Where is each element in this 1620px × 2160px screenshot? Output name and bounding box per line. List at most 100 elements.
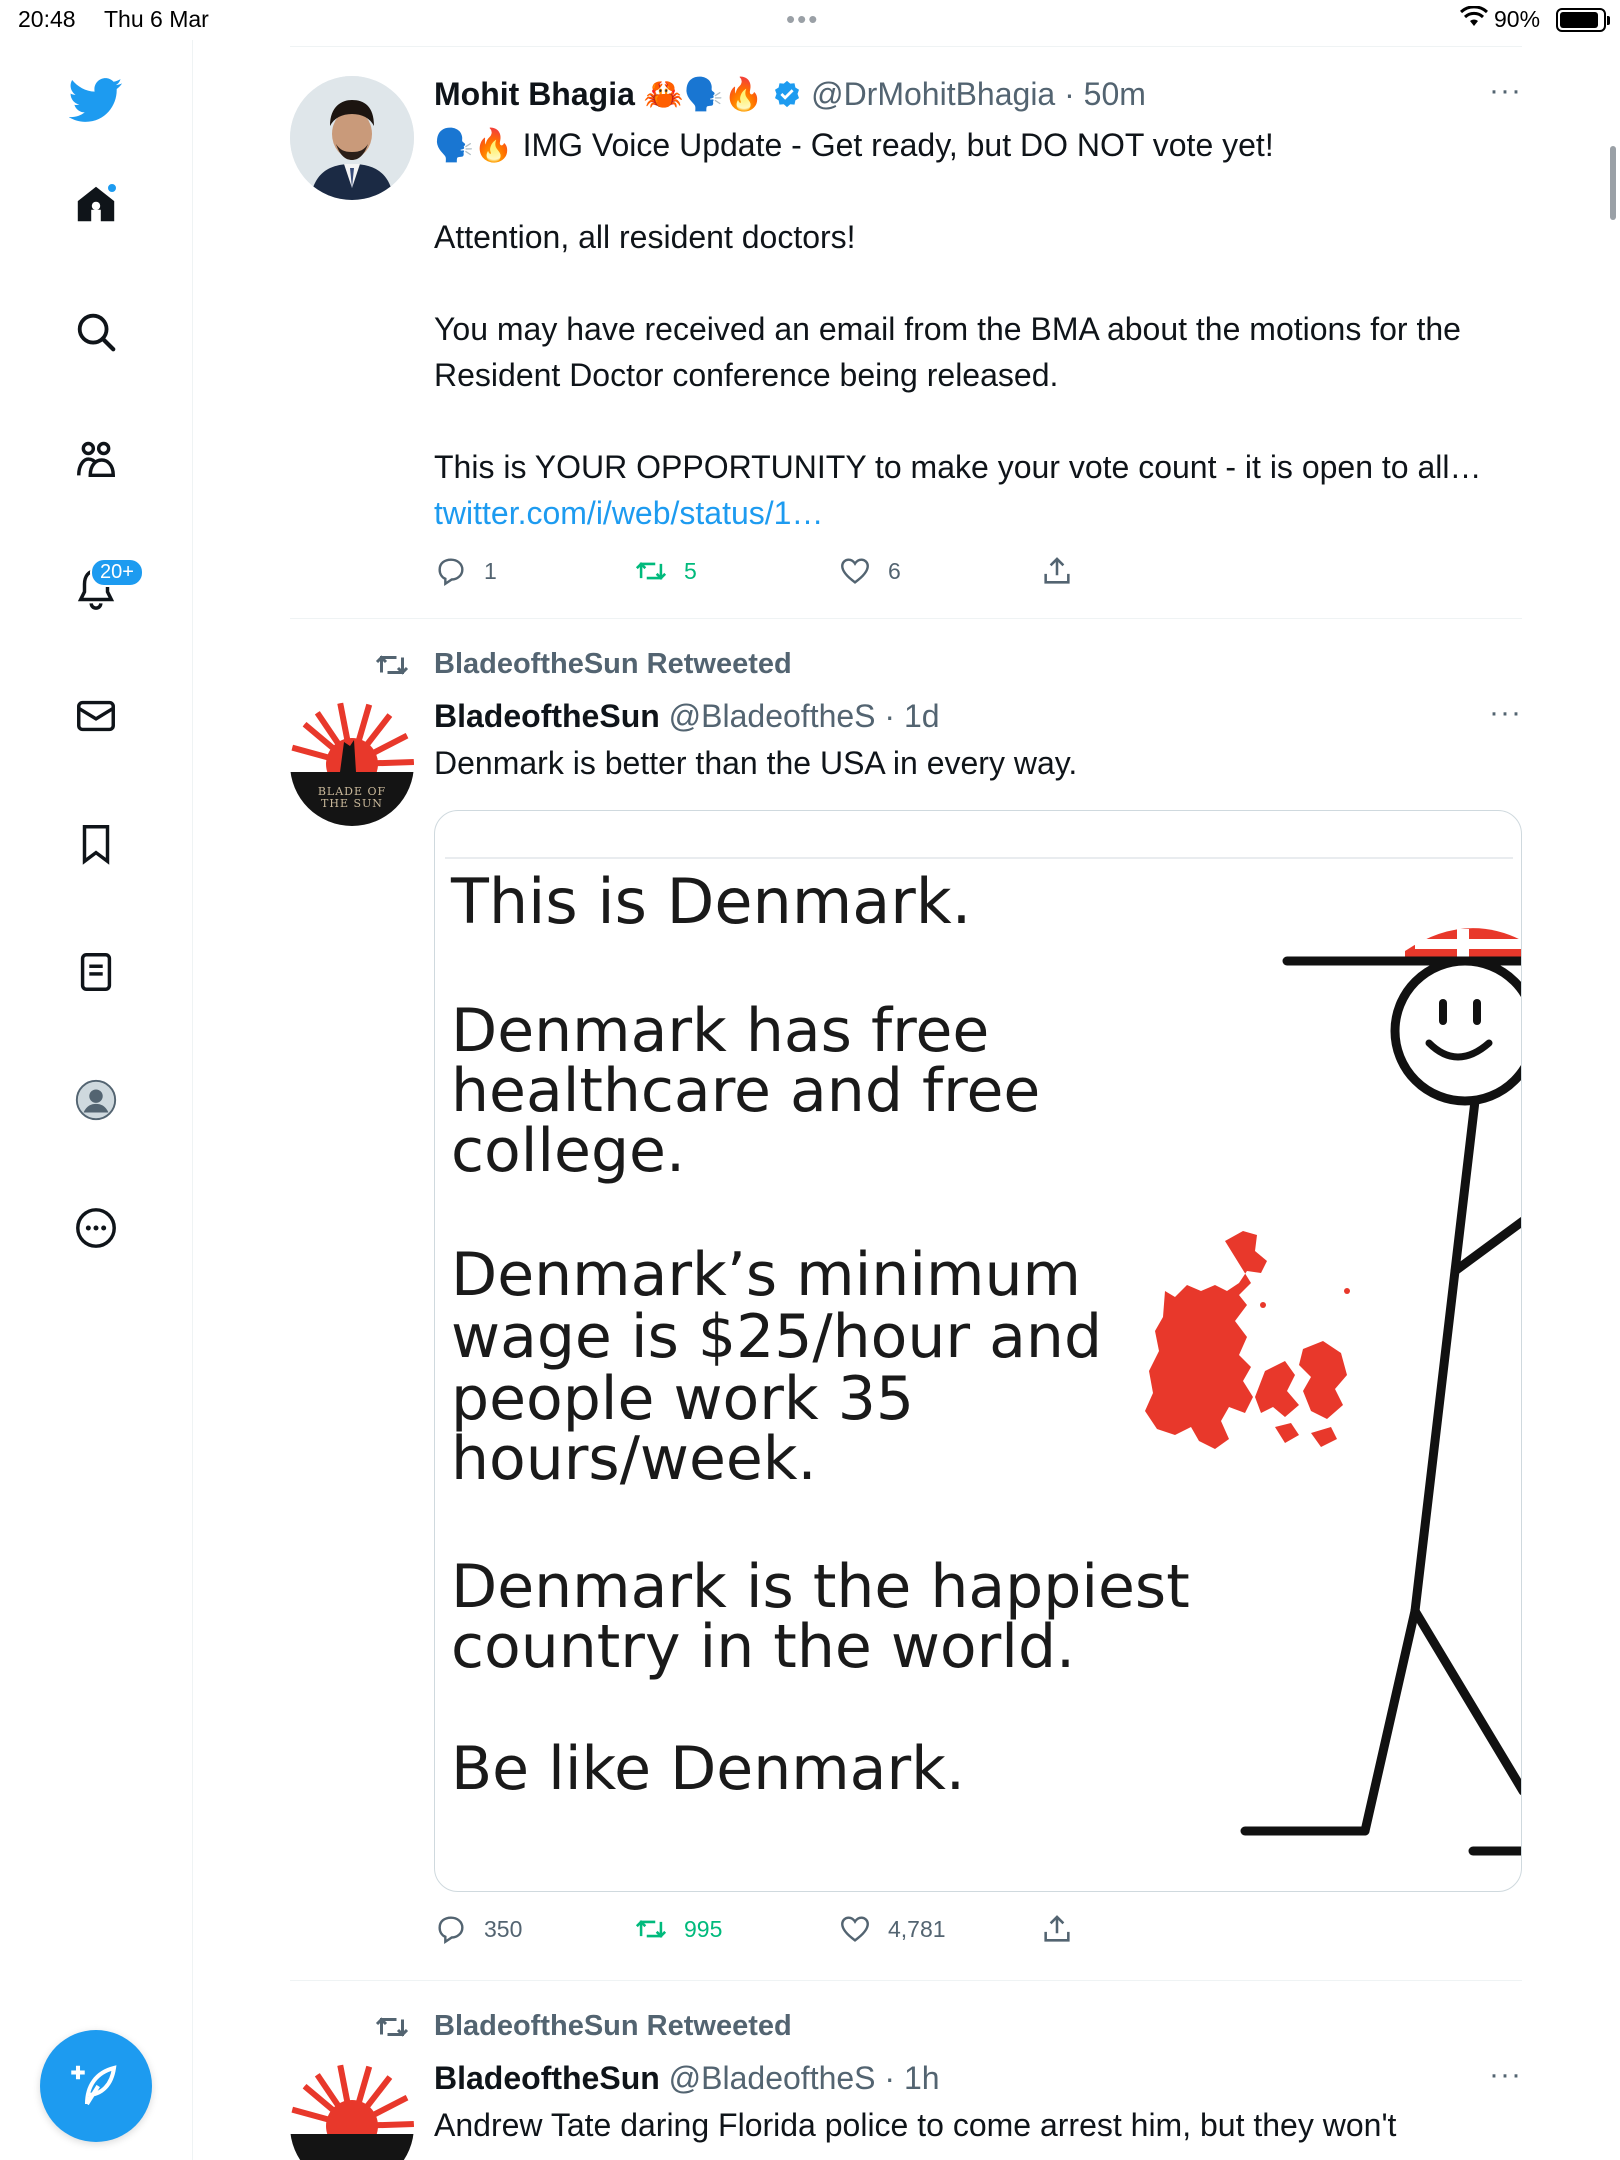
retweeted-by[interactable]: BladeoftheSun Retweeted <box>375 648 792 681</box>
status-time: 20:48 <box>18 6 76 32</box>
stick-figure-illustration <box>1240 928 1521 1856</box>
sidebar: 20+ <box>0 40 193 2160</box>
tweet-timestamp[interactable]: · 50m <box>1064 76 1146 112</box>
wifi-icon <box>1459 5 1489 34</box>
like-count: 6 <box>888 557 901 584</box>
status-date: Thu 6 Mar <box>104 6 209 32</box>
meme-text-line: hours/week. <box>451 1424 817 1494</box>
notifications-icon[interactable]: 20+ <box>60 552 144 624</box>
feed-top-divider <box>290 46 1522 47</box>
retweet-icon <box>375 654 409 675</box>
home-icon[interactable] <box>60 168 132 240</box>
more-icon[interactable] <box>60 1192 132 1264</box>
name-emojis: 🦀🗣️🔥 <box>643 76 764 112</box>
meme-text-line: healthcare and free <box>451 1056 1041 1126</box>
retweet-button[interactable]: 5 <box>634 554 697 588</box>
reply-button[interactable]: 350 <box>434 1912 522 1946</box>
image-top-rule <box>445 857 1513 859</box>
tweet-author-handle[interactable]: @BladeoftheS <box>669 698 876 734</box>
tweet-text-paragraph: You may have received an email from the … <box>434 311 1461 393</box>
bookmarks-icon[interactable] <box>60 808 132 880</box>
reply-icon <box>438 558 464 587</box>
battery-percent: 90% <box>1494 6 1541 32</box>
meme-text-line: people work 35 <box>451 1364 915 1434</box>
like-count: 4,781 <box>888 1915 946 1942</box>
compose-tweet-button[interactable] <box>40 2030 152 2142</box>
heart-icon <box>841 1916 869 1942</box>
share-button[interactable] <box>1040 1912 1074 1946</box>
tweet-author-handle[interactable]: @BladeoftheS <box>669 2060 876 2096</box>
messages-icon[interactable] <box>60 680 132 752</box>
meme-text-line: wage is $25/hour and <box>451 1302 1103 1372</box>
tweet-header: BladeoftheSun @BladeoftheS · 1h <box>434 2056 1522 2100</box>
meme-text-line: This is Denmark. <box>451 865 972 938</box>
meme-text-line: Be like Denmark. <box>451 1734 965 1804</box>
meme-text-line: country in the world. <box>451 1612 1076 1682</box>
share-button[interactable] <box>1040 554 1074 588</box>
retweet-count: 5 <box>684 557 697 584</box>
avatar-logo-text: BLADE OF THE SUN <box>317 785 387 810</box>
twitter-logo-icon[interactable] <box>60 64 132 136</box>
tweet-divider <box>290 1980 1522 1981</box>
avatar[interactable] <box>290 76 414 200</box>
tweet-timestamp[interactable]: · 1d <box>884 698 939 734</box>
tweet-text-line: Attention, all resident doctors! <box>434 219 856 255</box>
reply-icon <box>438 1916 464 1945</box>
search-icon[interactable] <box>60 296 132 368</box>
scrollbar[interactable] <box>1610 146 1616 220</box>
share-icon <box>1044 557 1070 584</box>
tweet-text-line: 🗣️🔥 IMG Voice Update - Get ready, but DO… <box>434 127 1274 163</box>
communities-icon[interactable] <box>60 424 132 496</box>
tweet-actions: 350 995 4,781 <box>434 1912 1522 1956</box>
tweet-image[interactable]: This is Denmark. Denmark has free health… <box>434 810 1522 1892</box>
profile-icon[interactable] <box>60 1064 132 1136</box>
tweet[interactable]: BladeoftheSun Retweeted BLADE OF THE SUN… <box>290 644 1522 1980</box>
tweet-link[interactable]: twitter.com/i/web/status/1… <box>434 490 1522 536</box>
home-notification-dot <box>106 182 118 194</box>
like-button[interactable]: 6 <box>838 554 901 588</box>
tweet-body: BladeoftheSun @BladeoftheS · 1d ··· Denm… <box>434 694 1522 786</box>
heart-icon <box>841 558 869 584</box>
retweeted-by-label: BladeoftheSun Retweeted <box>434 648 792 680</box>
tweet-more-options-icon[interactable]: ··· <box>1489 2058 1522 2092</box>
tweet-text: Andrew Tate daring Florida police to com… <box>434 2107 1397 2143</box>
retweet-icon <box>635 562 667 580</box>
tweet-author-name[interactable]: BladeoftheSun <box>434 2060 660 2096</box>
verified-badge-icon <box>772 76 802 120</box>
tweet-body: Mohit Bhagia 🦀🗣️🔥 @DrMohitBhagia · 50m ·… <box>434 72 1522 598</box>
battery-level <box>1560 12 1598 28</box>
tweet-divider <box>290 618 1522 619</box>
battery-icon <box>1556 8 1610 32</box>
tweet-text-line: This is YOUR OPPORTUNITY to make your vo… <box>434 449 1482 485</box>
meme-text-line: Denmark has free <box>451 996 990 1066</box>
status-bar: 20:48 Thu 6 Mar ••• 90% <box>0 0 1620 40</box>
avatar[interactable]: BLADE OF THE SUN <box>290 702 414 826</box>
share-icon <box>1044 1915 1070 1942</box>
compose-tweet-icon <box>71 2065 117 2106</box>
tweet-timestamp[interactable]: · 1h <box>884 2060 939 2096</box>
tweet[interactable]: Mohit Bhagia 🦀🗣️🔥 @DrMohitBhagia · 50m ·… <box>290 72 1522 618</box>
tweet-body: BladeoftheSun @BladeoftheS · 1h ··· Andr… <box>434 2056 1522 2148</box>
retweeted-by[interactable]: BladeoftheSun Retweeted <box>375 2010 792 2043</box>
lists-icon[interactable] <box>60 936 132 1008</box>
multitasking-dots-icon[interactable]: ••• <box>786 4 819 35</box>
meme-text-line: college. <box>451 1116 686 1186</box>
avatar[interactable] <box>290 2064 414 2160</box>
notifications-badge: 20+ <box>90 558 144 587</box>
retweeted-by-label: BladeoftheSun Retweeted <box>434 2010 792 2042</box>
tweet-more-options-icon[interactable]: ··· <box>1489 74 1522 108</box>
tweet-more-options-icon[interactable]: ··· <box>1489 696 1522 730</box>
reply-count: 1 <box>484 557 497 584</box>
tweet-actions: 1 5 6 <box>434 554 1522 598</box>
tweet-text: Denmark is better than the USA in every … <box>434 745 1078 781</box>
tweet-author-handle[interactable]: @DrMohitBhagia <box>811 76 1055 112</box>
retweet-count: 995 <box>684 1915 723 1942</box>
like-button[interactable]: 4,781 <box>838 1912 946 1946</box>
retweet-icon <box>375 2016 409 2037</box>
tweet-header: Mohit Bhagia 🦀🗣️🔥 @DrMohitBhagia · 50m <box>434 72 1522 120</box>
tweet[interactable]: BladeoftheSun Retweeted BladeoftheSun @B… <box>290 2006 1522 2160</box>
tweet-author-name[interactable]: BladeoftheSun <box>434 698 660 734</box>
tweet-author-name[interactable]: Mohit Bhagia <box>434 76 635 112</box>
reply-button[interactable]: 1 <box>434 554 497 588</box>
retweet-button[interactable]: 995 <box>634 1912 722 1946</box>
